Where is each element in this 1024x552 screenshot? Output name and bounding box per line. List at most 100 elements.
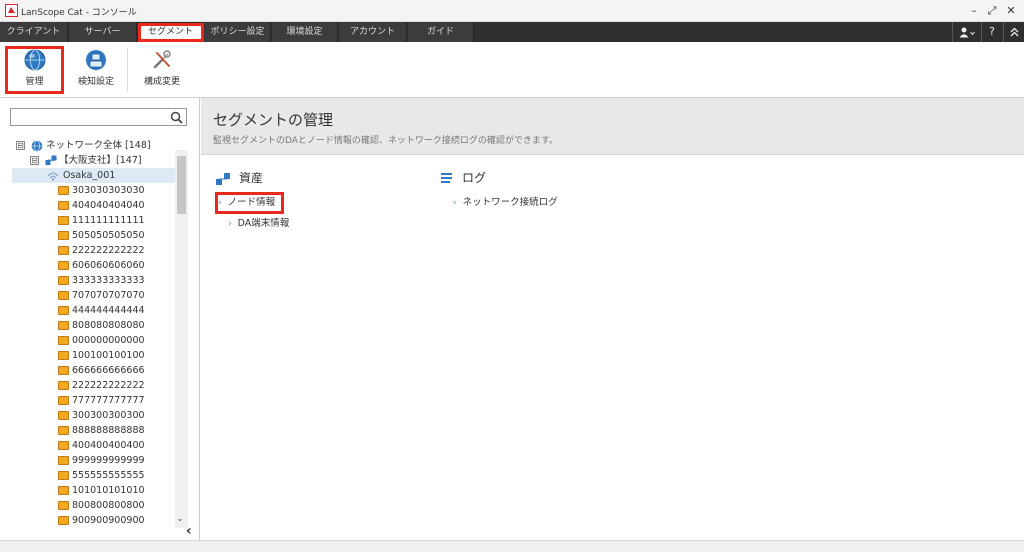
manage-button[interactable]: 管理 (5, 46, 64, 94)
tree-root-label: ネットワーク全体 [148] (46, 140, 151, 151)
menu-bar: クライアント サーバー セグメント ポリシー設定 環境設定 アカウント ガイド … (0, 22, 1024, 42)
search-input[interactable] (11, 109, 166, 125)
tab-segment[interactable]: セグメント (138, 23, 204, 42)
tree-item[interactable]: 111111111111 (58, 213, 145, 228)
tree-item[interactable]: 555555555555 (58, 468, 145, 483)
detection-settings-label: 検知設定 (77, 77, 114, 87)
da-terminal-info-link[interactable]: › DA端末情報 (228, 216, 289, 232)
network-connection-log-label: ネットワーク接続ログ (462, 197, 558, 208)
tree-collapse-toggle[interactable]: ⊟ (30, 156, 39, 165)
computer-icon (58, 516, 69, 525)
tree-item[interactable]: 808080808080 (58, 318, 145, 333)
close-button[interactable]: ✕ (1003, 2, 1019, 20)
detection-settings-button[interactable]: 検知設定 (70, 46, 122, 94)
computer-icon (58, 456, 69, 465)
tab-guide[interactable]: ガイド (408, 22, 474, 42)
tree-item[interactable]: 777777777777 (58, 393, 145, 408)
router-icon (47, 172, 59, 181)
tree-item-selected[interactable]: Osaka_001 (12, 168, 175, 183)
tree-item[interactable]: 333333333333 (58, 273, 145, 288)
tree-branch[interactable]: ⊟ 【大阪支社】[147] (30, 153, 142, 168)
section-log-header: ログ (440, 170, 486, 186)
tree-item-label: 400400400400 (72, 440, 145, 451)
tree-item-label: 300300300300 (72, 410, 145, 421)
vertical-scrollbar[interactable] (175, 150, 188, 528)
network-icon (216, 172, 230, 185)
tree-item[interactable]: 800800800800 (58, 498, 145, 513)
tree-item-label: 777777777777 (72, 395, 145, 406)
tree-item-label: 101010101010 (72, 485, 145, 496)
minimize-button[interactable]: – (966, 2, 982, 20)
collapse-panel-button[interactable]: ‹ (186, 523, 192, 539)
computer-icon (58, 381, 69, 390)
status-bar (0, 540, 1024, 552)
left-panel: ⊟ ネットワーク全体 [148] ⊟ 【大阪支社】[147] Osaka_001… (0, 98, 200, 540)
tree-item[interactable]: 505050505050 (58, 228, 145, 243)
tree-collapse-toggle[interactable]: ⊟ (16, 141, 25, 150)
tree-item[interactable]: 300300300300 (58, 408, 145, 423)
scroll-down-icon[interactable]: ⌄ (176, 514, 184, 524)
computer-icon (58, 471, 69, 480)
config-change-button[interactable]: 構成変更 (134, 46, 190, 94)
tab-environment[interactable]: 環境設定 (272, 22, 338, 42)
computer-icon (58, 426, 69, 435)
tree-item-label: 707070707070 (72, 290, 145, 301)
computer-icon (58, 336, 69, 345)
tree-item[interactable]: 999999999999 (58, 453, 145, 468)
tree-item[interactable]: 222222222222 (58, 378, 145, 393)
globe-icon (24, 49, 45, 71)
computer-icon (58, 411, 69, 420)
ribbon: 管理 検知設定 構成変更 (0, 42, 1024, 98)
content-header: セグメントの管理 監視セグメントのDAとノード情報の確認、ネットワーク接続ログの… (201, 98, 1024, 155)
tree-item[interactable]: 444444444444 (58, 303, 145, 318)
tree-item-label: 444444444444 (72, 305, 145, 316)
tree-item[interactable]: 222222222222 (58, 243, 145, 258)
collapse-ribbon-button[interactable] (1003, 22, 1024, 42)
help-button[interactable]: ? (981, 22, 1002, 42)
tree-item[interactable]: 400400400400 (58, 438, 145, 453)
tree-item[interactable]: 707070707070 (58, 288, 145, 303)
computer-icon (58, 351, 69, 360)
tab-policy[interactable]: ポリシー設定 (205, 22, 271, 42)
user-menu-button[interactable] (952, 22, 980, 42)
maximize-button[interactable]: ⤢ (984, 2, 1000, 20)
tree-item-label: 606060606060 (72, 260, 145, 271)
tab-account[interactable]: アカウント (339, 22, 407, 42)
node-info-link[interactable]: › ノード情報 (214, 192, 285, 214)
tree-item[interactable]: 101010101010 (58, 483, 145, 498)
search-icon[interactable] (170, 111, 183, 124)
computer-icon (58, 201, 69, 210)
tree-item-label: Osaka_001 (63, 170, 116, 181)
tree-item[interactable]: 100100100100 (58, 348, 145, 363)
computer-icon (58, 186, 69, 195)
log-list-icon (441, 172, 452, 183)
tree-item[interactable]: 000000000000 (58, 333, 145, 348)
chevron-right-icon: › (218, 198, 222, 208)
search-box[interactable] (10, 108, 187, 126)
tree-item-label: 808080808080 (72, 320, 145, 331)
tree-item[interactable]: 606060606060 (58, 258, 145, 273)
tree-item-label: 000000000000 (72, 335, 145, 346)
computer-icon (58, 501, 69, 510)
tree-item-label: 555555555555 (72, 470, 145, 481)
tree-item-label: 222222222222 (72, 245, 145, 256)
tab-server[interactable]: サーバー (69, 22, 137, 42)
network-globe-icon (31, 139, 43, 152)
tab-client[interactable]: クライアント (0, 22, 68, 42)
scroll-thumb[interactable] (177, 156, 186, 214)
tree-item[interactable]: 666666666666 (58, 363, 145, 378)
tree-item-label: 222222222222 (72, 380, 145, 391)
tree-item-label: 505050505050 (72, 230, 145, 241)
tree-root[interactable]: ⊟ ネットワーク全体 [148] (16, 138, 151, 153)
page-title: セグメントの管理 (213, 111, 334, 129)
page-subtitle: 監視セグメントのDAとノード情報の確認、ネットワーク接続ログの確認ができます。 (213, 136, 559, 146)
tree-item[interactable]: 404040404040 (58, 198, 145, 213)
tree-item[interactable]: 303030303030 (58, 183, 145, 198)
tree-item-label: 333333333333 (72, 275, 145, 286)
network-connection-log-link[interactable]: › ネットワーク接続ログ (453, 195, 558, 211)
computer-icon (58, 441, 69, 450)
tree-item[interactable]: 888888888888 (58, 423, 145, 438)
computer-icon (58, 306, 69, 315)
double-chevron-up-icon (1010, 27, 1018, 37)
tree-item[interactable]: 900900900900 (58, 513, 145, 528)
